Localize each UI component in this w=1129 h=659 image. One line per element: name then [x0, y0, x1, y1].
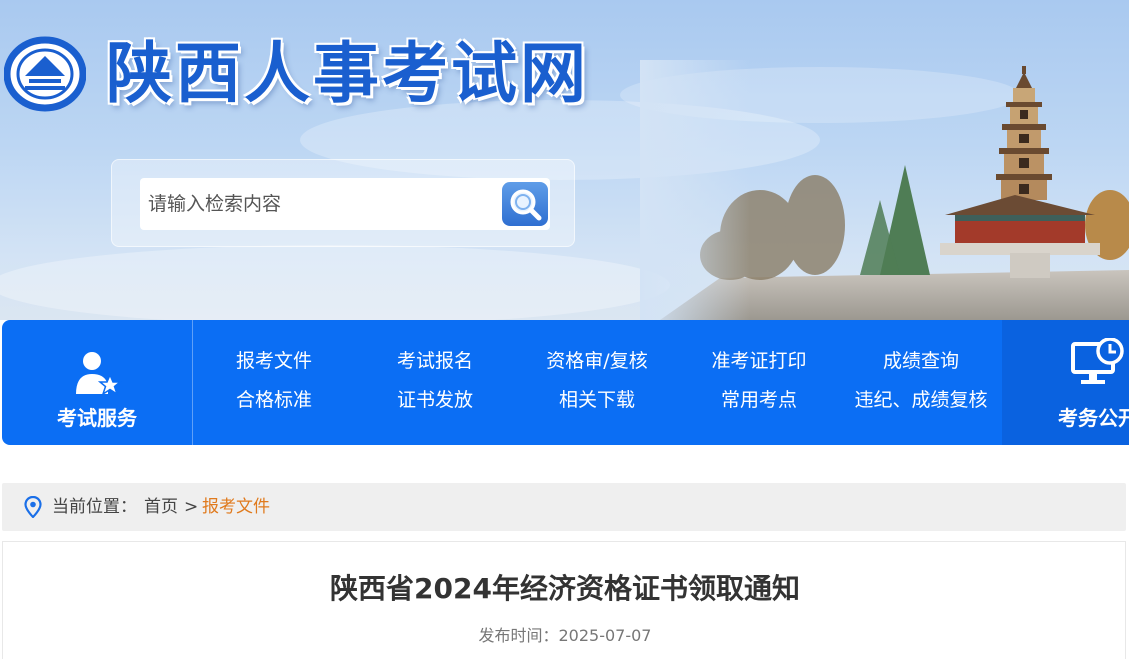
breadcrumb-home-link[interactable]: 首页	[144, 483, 178, 531]
article-publish-date: 发布时间：2025-07-07	[478, 626, 652, 645]
search-box	[140, 178, 550, 230]
monitor-clock-icon	[1071, 338, 1124, 384]
header-banner: 陕西人事考试网	[0, 0, 1129, 320]
nav-link-exam-signup[interactable]: 考试报名	[350, 346, 520, 376]
breadcrumb: 当前位置： 首页 > 报考文件	[2, 483, 1126, 531]
exam-service-menu[interactable]: 考试服务	[2, 320, 192, 445]
nav-link-certificate-issue[interactable]: 证书发放	[350, 385, 520, 415]
nav-link-exam-sites[interactable]: 常用考点	[674, 385, 844, 415]
page: 陕西人事考试网 考试服务 报考文件 考试报名 资格审/	[0, 0, 1129, 659]
search-button[interactable]	[502, 182, 548, 226]
search-icon	[510, 189, 542, 221]
breadcrumb-current-link[interactable]: 报考文件	[202, 483, 270, 531]
search-input[interactable]	[140, 178, 500, 230]
exam-affairs-public-menu[interactable]: 考务公开	[1002, 320, 1129, 445]
nav-link-pass-standard[interactable]: 合格标准	[189, 385, 359, 415]
location-pin-icon	[24, 496, 42, 518]
nav-link-qualification-review[interactable]: 资格审/复核	[512, 346, 682, 376]
nav-link-violation-score-review[interactable]: 违纪、成绩复核	[836, 385, 1006, 415]
person-star-icon	[76, 352, 122, 396]
exam-affairs-public-label: 考务公开	[1058, 406, 1129, 430]
nav-divider	[192, 320, 193, 445]
exam-service-label: 考试服务	[57, 406, 137, 430]
nav-link-registration-docs[interactable]: 报考文件	[189, 346, 359, 376]
pagoda-emblem-icon	[4, 36, 86, 112]
article-container: 陕西省2024年经济资格证书领取通知 发布时间：2025-07-07	[2, 541, 1126, 659]
article-title: 陕西省2024年经济资格证书领取通知	[330, 572, 800, 605]
nav-link-score-query[interactable]: 成绩查询	[836, 346, 1006, 376]
main-nav: 考试服务 报考文件 考试报名 资格审/复核 准考证打印 成绩查询 合格标准 证书…	[2, 320, 1129, 445]
nav-link-downloads[interactable]: 相关下载	[512, 385, 682, 415]
site-title: 陕西人事考试网	[106, 35, 589, 112]
breadcrumb-label: 当前位置：	[52, 497, 137, 517]
breadcrumb-separator: >	[184, 497, 199, 517]
nav-link-admission-ticket[interactable]: 准考证打印	[674, 346, 844, 376]
